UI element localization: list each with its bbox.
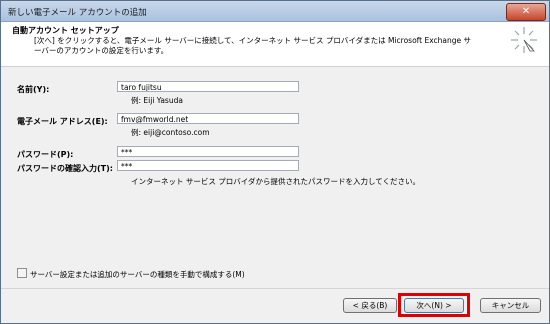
back-button[interactable]: < 戻る(B) <box>343 298 397 313</box>
name-example: 例: Eiji Yasuda <box>131 96 183 105</box>
password-hint: インターネット サービス プロバイダから提供されたパスワードを入力してください。 <box>131 177 421 186</box>
manual-config-label: サーバー設定または追加のサーバーの種類を手動で構成する(M) <box>30 270 245 279</box>
password-confirm-label: パスワードの確認入力(T): <box>17 164 113 173</box>
cancel-button[interactable]: キャンセル <box>480 298 541 313</box>
page-title: 自動アカウント セットアップ <box>12 26 119 35</box>
page-description: [次へ] をクリックすると、電子メール サーバーに接続して、インターネット サー… <box>34 36 472 55</box>
name-field[interactable]: taro fujitsu <box>117 81 299 92</box>
password-confirm-field[interactable]: *** <box>117 160 299 171</box>
manual-config-option[interactable]: サーバー設定または追加のサーバーの種類を手動で構成する(M) <box>17 268 245 280</box>
wizard-sparkle-icon <box>511 27 537 53</box>
name-label: 名前(Y): <box>17 85 50 94</box>
password-field[interactable]: *** <box>117 146 299 157</box>
window-title: 新しい電子メール アカウントの追加 <box>8 8 147 18</box>
close-icon: ✕ <box>521 6 531 17</box>
manual-config-checkbox[interactable] <box>17 268 27 278</box>
wizard-header: 自動アカウント セットアップ [次へ] をクリックすると、電子メール サーバーに… <box>1 22 549 67</box>
add-account-dialog: 新しい電子メール アカウントの追加 ✕ 自動アカウント セットアップ [次へ] … <box>0 0 550 324</box>
email-label: 電子メール アドレス(E): <box>17 117 108 126</box>
next-button-highlight <box>398 293 470 317</box>
email-example: 例: eiji@contoso.com <box>131 128 210 137</box>
password-label: パスワード(P): <box>17 150 74 159</box>
email-field[interactable]: fmv@fmworld.net <box>117 113 299 124</box>
close-button[interactable]: ✕ <box>506 3 546 21</box>
form-area: 名前(Y): taro fujitsu 例: Eiji Yasuda 電子メール… <box>1 67 549 289</box>
title-bar[interactable]: 新しい電子メール アカウントの追加 ✕ <box>1 1 549 22</box>
